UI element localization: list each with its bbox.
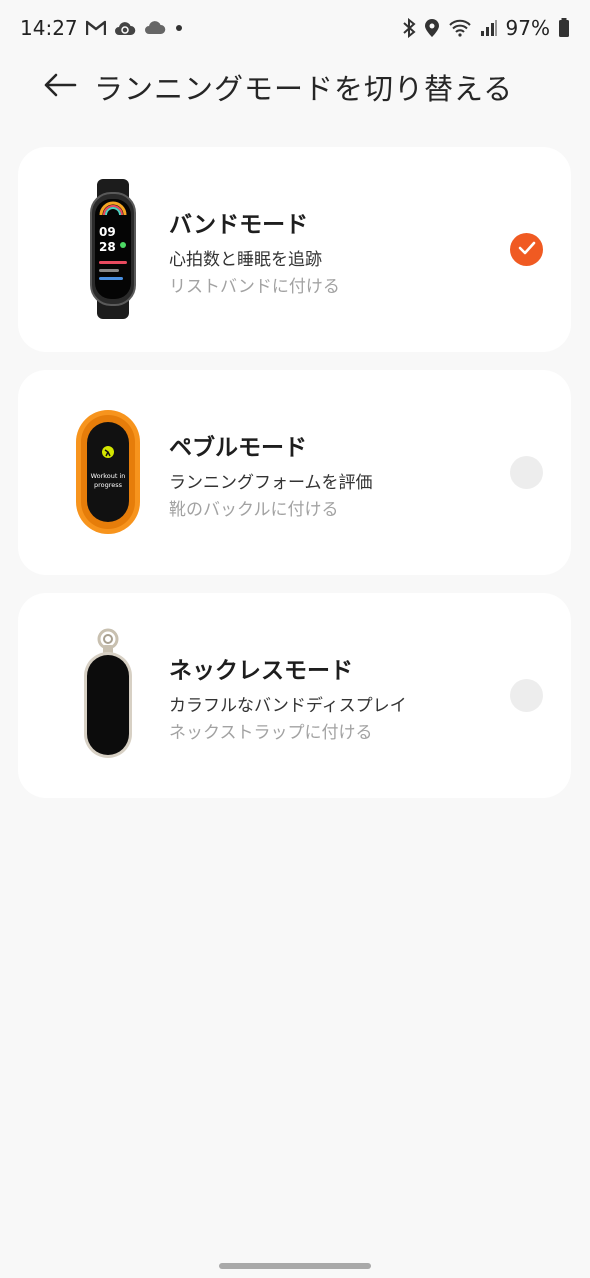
mode-radio-unselected[interactable]	[510, 456, 543, 489]
location-icon	[424, 18, 440, 38]
mode-radio-unselected[interactable]	[510, 679, 543, 712]
battery-icon	[558, 18, 570, 38]
status-time: 14:27	[20, 16, 78, 40]
mode-subtitle: 靴のバックルに付ける	[169, 500, 339, 520]
pebble-screen-text-2: progress	[94, 481, 123, 489]
signal-icon	[480, 19, 498, 37]
mode-description: ランニングフォームを評価	[169, 473, 373, 493]
necklace-device-image	[73, 625, 153, 765]
gmail-icon	[85, 20, 106, 36]
home-indicator[interactable]	[219, 1263, 371, 1269]
mode-title: ネックレスモード	[169, 658, 353, 684]
cloud-sync-icon	[114, 20, 136, 36]
dot-icon	[174, 23, 184, 33]
band-device-image: 09 28	[73, 179, 153, 319]
page-title: ランニングモードを切り替える	[94, 72, 514, 106]
pebble-device-image: Workout in progress	[73, 402, 153, 542]
mode-description: カラフルなバンドディスプレイ	[169, 696, 407, 716]
status-bar-left: 14:27	[20, 16, 184, 40]
mode-title: ペブルモード	[169, 435, 307, 461]
mode-description: 心拍数と睡眠を追跡	[169, 250, 322, 270]
pebble-screen-text-1: Workout in	[91, 472, 126, 480]
cloud-icon	[144, 21, 166, 35]
mode-title: バンドモード	[169, 212, 309, 238]
check-icon	[518, 240, 536, 259]
mode-radio-selected[interactable]	[510, 233, 543, 266]
back-button[interactable]	[40, 70, 80, 104]
mode-card-necklace[interactable]: ネックレスモード カラフルなバンドディスプレイ ネックストラップに付ける	[18, 593, 571, 798]
app-header: ランニングモードを切り替える	[0, 60, 590, 114]
mode-subtitle: リストバンドに付ける	[169, 277, 340, 297]
arrow-left-icon	[43, 73, 77, 101]
mode-card-pebble[interactable]: Workout in progress ペブルモード ランニングフォームを評価 …	[18, 370, 571, 575]
band-screen-hour: 09	[99, 225, 116, 239]
band-screen-min: 28	[99, 240, 116, 254]
mode-card-band[interactable]: 09 28 バンドモード 心拍数と睡眠を追跡 リストバンドに付ける	[18, 147, 571, 352]
status-bar-right: 97%	[402, 16, 570, 40]
mode-subtitle: ネックストラップに付ける	[169, 723, 373, 743]
status-bar: 14:27 97%	[0, 0, 590, 56]
wifi-icon	[448, 19, 472, 37]
bluetooth-icon	[402, 18, 416, 38]
battery-percent: 97%	[505, 16, 550, 40]
